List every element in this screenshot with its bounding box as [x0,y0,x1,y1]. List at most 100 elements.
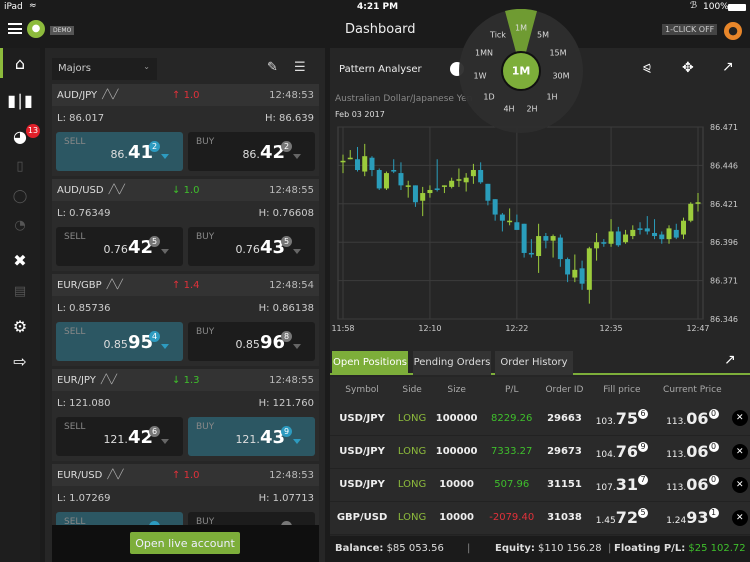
hamburger-menu-icon[interactable] [8,23,22,34]
tab-open-positions[interactable]: Open Positions [332,351,408,375]
top-bar: ● DEMO Dashboard 1-CLICK OFF ● [0,14,750,48]
caret-down-icon[interactable] [293,439,301,444]
buy-button[interactable]: BUY 0.8596 8 [188,322,315,361]
one-click-toggle[interactable]: 1-CLICK OFF [662,24,718,35]
watchlist-card[interactable]: EUR/JPY ╱╲╱ ↓ 1.3 12:48:55 L: 121.080 H: … [52,369,319,461]
sell-button[interactable]: SELL 0.7642 5 [56,227,183,266]
timeframe-option[interactable]: 1W [474,72,487,81]
candle-body [369,157,375,171]
gauge-icon[interactable]: ◔ [0,210,40,240]
watchlist-dropdown[interactable]: Majors ⌄ [52,58,157,80]
mini-chart-icon[interactable]: ╱╲╱ [107,470,123,480]
close-position-icon[interactable]: ✕ [731,476,748,493]
one-click-state: OFF [698,25,715,34]
mini-chart-icon[interactable]: ╱╲╱ [107,280,123,290]
column-header[interactable]: Fill price [589,377,655,402]
arrow-down-icon: ↓ [172,184,181,196]
mini-chart-icon[interactable]: ╱╲╱ [102,90,118,100]
timeframe-option[interactable]: Tick [490,31,506,40]
size: 100000 [430,402,484,436]
caret-down-icon[interactable] [161,154,169,159]
caret-down-icon[interactable] [161,439,169,444]
symbol: USD/JPY [330,468,395,502]
candle-body [521,223,527,253]
timeframe-option[interactable]: 1MN [475,49,493,58]
caret-down-icon[interactable] [293,154,301,159]
crosshair-icon[interactable]: ✥ [682,60,694,76]
timeframe-option[interactable]: 1M [515,24,527,33]
candlestick-chart[interactable]: 86.471 86.446 86.421 86.396 86.371 86.346 11:5… [330,118,750,343]
card-header: EUR/JPY ╱╲╱ ↓ 1.3 12:48:55 [52,369,319,391]
close-position-icon[interactable]: ✕ [731,509,748,526]
low-value: L: 86.017 [57,112,105,124]
column-header[interactable]: Order ID [540,377,588,402]
share-icon[interactable]: ⪨ [643,60,651,76]
sell-button[interactable]: SELL 0.8595 4 [56,322,183,361]
expand-positions-icon[interactable]: ↗ [724,352,736,368]
timeframe-option[interactable]: 1D [483,93,494,102]
caret-down-icon[interactable] [293,344,301,349]
column-header[interactable]: Current Price [655,377,730,402]
size: 10000 [430,501,484,535]
expand-chart-icon[interactable]: ↗ [722,59,734,75]
y-tick-label: 86.371 [710,277,738,286]
table-row[interactable]: USD/JPY LONG 100000 8229.26 29663 103.75… [330,402,750,436]
close-position-icon[interactable]: ✕ [731,443,748,460]
x-tick-label: 12:35 [600,324,623,333]
column-header[interactable]: Side [394,377,430,402]
timeframe-option[interactable]: 2H [526,105,537,114]
tab-order-history[interactable]: Order History [495,351,573,375]
buy-price: 0.7643 [235,237,285,258]
column-header[interactable]: Symbol [330,377,394,402]
table-row[interactable]: USD/JPY LONG 10000 507.96 31151 107.31 7 … [330,468,750,502]
column-header[interactable]: Size [430,377,483,402]
tools-icon[interactable]: ✖ [0,245,40,275]
buy-button[interactable]: BUY 121.43 9 [188,417,315,456]
timeframe-option[interactable]: 15M [549,49,566,58]
timeframe-option[interactable]: 30M [552,72,569,81]
bottom-bar: Open live account [52,525,319,562]
candle-body [391,170,397,172]
candle-body [644,228,650,232]
watchlist-card[interactable]: AUD/USD ╱╲╱ ↓ 1.0 12:48:55 L: 0.76349 H: … [52,179,319,271]
timeframe-option[interactable]: 1H [546,93,557,102]
symbol: USD/JPY [330,435,395,469]
sell-button[interactable]: SELL 86.41 2 [56,132,183,171]
logout-icon[interactable]: ⇨ [0,346,40,376]
list-view-icon[interactable]: ☰ [294,60,306,75]
watchlist-card[interactable]: AUD/JPY ╱╲╱ ↑ 1.0 12:48:53 L: 86.017 H: 8… [52,84,319,176]
watchlist-card[interactable]: EUR/GBP ╱╲╱ ↑ 1.4 12:48:54 L: 0.85736 H: … [52,274,319,366]
selected-timeframe[interactable]: 1M [512,65,531,78]
home-icon[interactable]: ⌂ [0,48,40,78]
buy-button[interactable]: BUY 0.7643 5 [188,227,315,266]
y-tick-label: 86.346 [710,315,738,324]
open-live-account-button[interactable]: Open live account [130,532,240,554]
edit-pencil-icon[interactable]: ✎ [267,60,278,75]
low-value: L: 121.080 [57,397,111,409]
column-header-close [730,377,750,402]
caret-down-icon[interactable] [161,249,169,254]
device-name: iPad [4,2,23,12]
order-id: 29673 [540,435,589,469]
caret-down-icon[interactable] [293,249,301,254]
timeframe-option[interactable]: 4H [503,105,514,114]
tab-pending-orders[interactable]: Pending Orders [413,351,491,375]
settings-gear-icon[interactable]: ⚙ [0,311,40,341]
size: 100000 [430,435,484,469]
buy-button[interactable]: BUY 86.42 2 [188,132,315,171]
user-avatar-icon[interactable]: ● [724,22,742,40]
table-row[interactable]: GBP/USD LONG 10000 -2079.40 31038 1.4572… [330,501,750,535]
close-position-icon[interactable]: ✕ [731,410,748,427]
caret-down-icon[interactable] [161,344,169,349]
sell-button[interactable]: SELL 121.42 6 [56,417,183,456]
mini-chart-icon[interactable]: ╱╲╱ [109,185,125,195]
table-row[interactable]: USD/JPY LONG 100000 7333.27 29673 104.76… [330,435,750,469]
column-header[interactable]: P/L [483,377,540,402]
stopwatch-icon[interactable]: ◯ [0,181,40,211]
timeframe-option[interactable]: 5M [537,31,549,40]
calendar-icon[interactable]: ▤ [0,276,40,306]
candle-body [543,236,549,241]
candles-chart-icon[interactable]: ▮∣▮ [0,85,40,115]
book-icon[interactable]: ▯ [0,151,40,181]
mini-chart-icon[interactable]: ╱╲╱ [101,375,117,385]
